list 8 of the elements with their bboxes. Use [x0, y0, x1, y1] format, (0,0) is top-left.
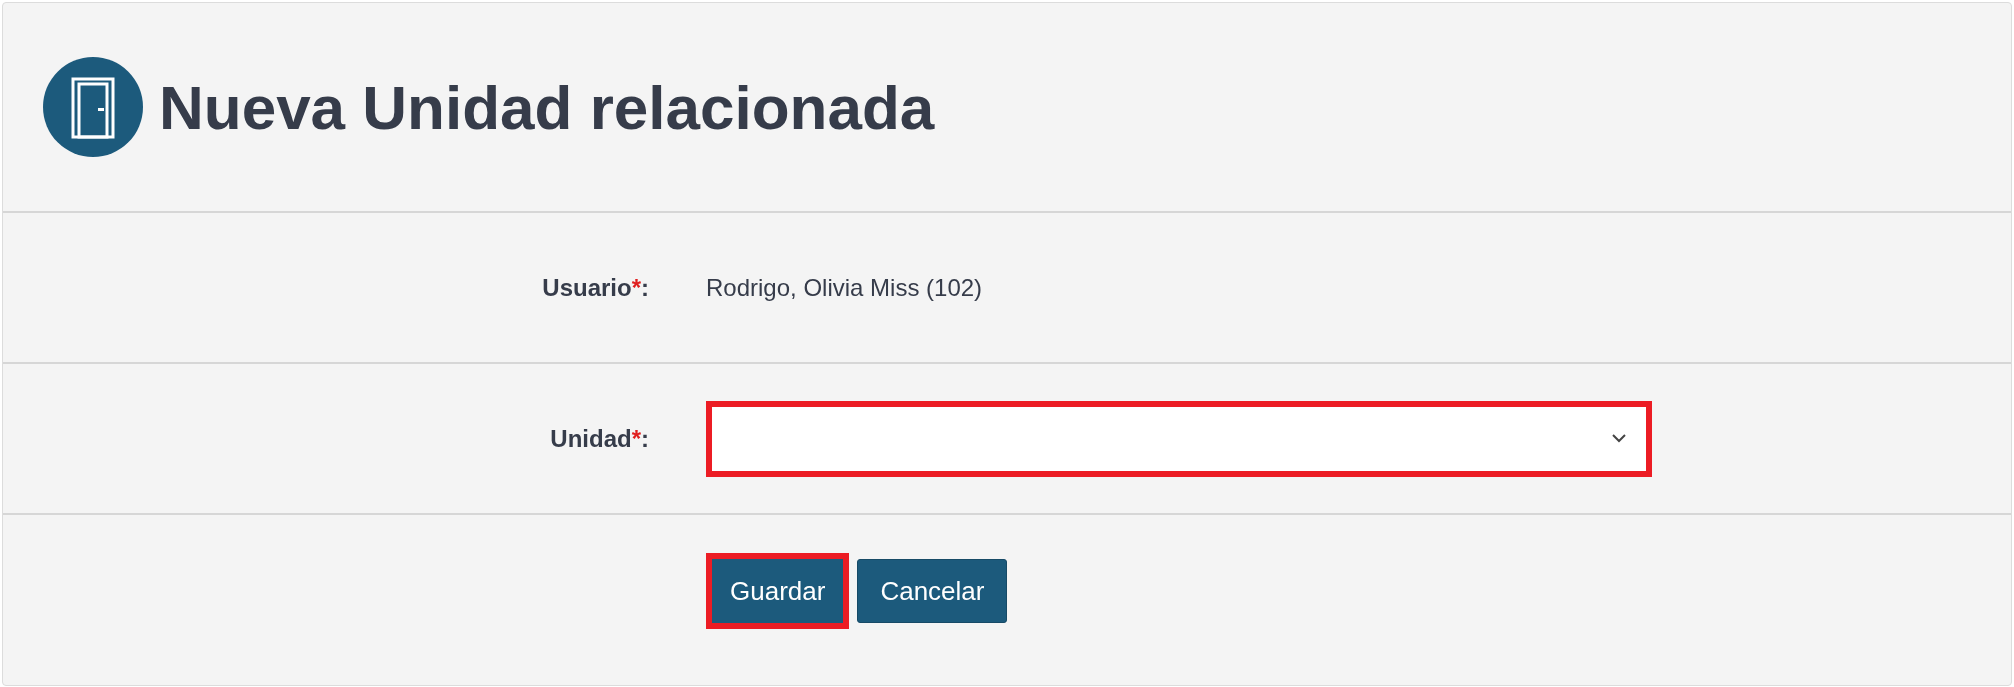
save-button[interactable]: Guardar: [706, 553, 850, 629]
page-title: Nueva Unidad relacionada: [159, 71, 935, 143]
cancel-button[interactable]: Cancelar: [857, 559, 1008, 623]
field-label: Usuario*:: [541, 273, 649, 302]
chevron-down-icon: [1612, 434, 1626, 443]
field-value: Rodrigo, Olivia Miss (102): [706, 273, 983, 302]
unit-select[interactable]: [706, 400, 1652, 477]
field-label: Unidad*:: [549, 424, 649, 453]
